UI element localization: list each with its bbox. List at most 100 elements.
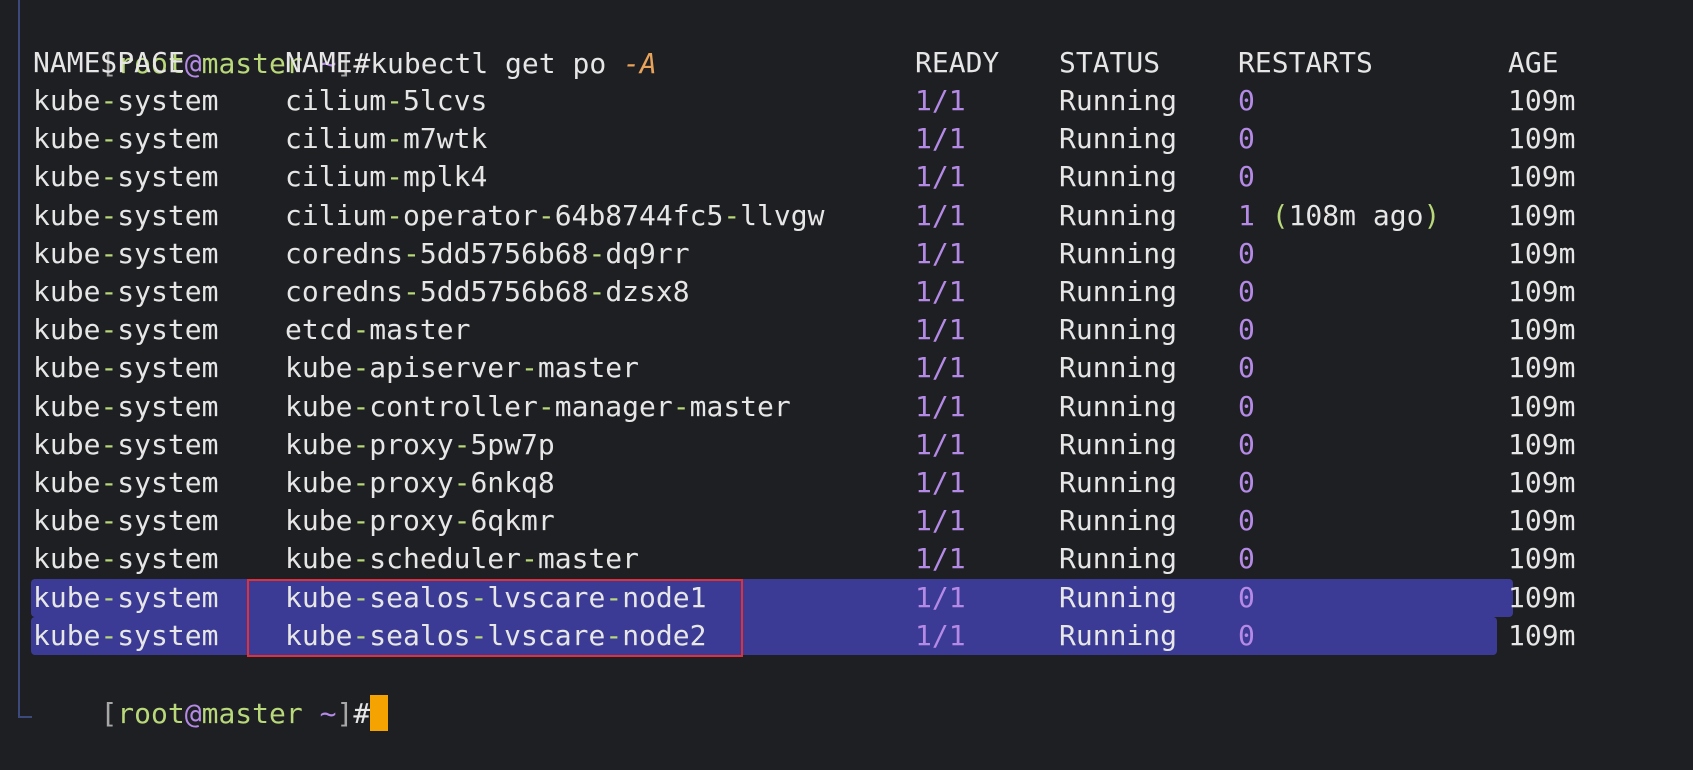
cell-age: 109m xyxy=(1508,351,1576,385)
cell-status: Running xyxy=(1059,504,1178,538)
cell-namespace: kube-system xyxy=(33,616,218,656)
cell-age: 109m xyxy=(1508,275,1576,308)
cell-age: 109m xyxy=(1508,466,1576,499)
cell-namespace: kube-system xyxy=(33,81,218,121)
text-segment: system xyxy=(117,618,219,652)
text-segment: kube xyxy=(33,580,101,614)
cell-pod-name: kube-proxy-6nkq8 xyxy=(285,463,555,503)
text-segment: master xyxy=(537,351,640,385)
text-segment: system xyxy=(117,427,219,461)
cell-ready: 1/1 xyxy=(915,427,966,461)
text-segment: kube xyxy=(33,389,101,423)
dash-separator: - xyxy=(537,389,555,423)
text-segment: master xyxy=(537,542,640,576)
dash-separator: - xyxy=(100,313,118,347)
cell-pod-name: kube-proxy-6qkmr xyxy=(285,501,555,541)
cell-namespace: kube-system xyxy=(33,501,218,541)
header-status: STATUS xyxy=(1059,46,1161,79)
cell-age: 109m xyxy=(1508,236,1576,270)
cell-restarts: 0 xyxy=(1238,119,1255,159)
text-segment: kube xyxy=(285,542,353,576)
restarts-count: 0 xyxy=(1238,122,1255,156)
cell-ready: 1/1 xyxy=(915,160,966,194)
prompt-line[interactable]: [root@master ~]# xyxy=(33,654,389,731)
command-line: [root@master ~]#kubectl get po -A xyxy=(33,4,656,80)
dash-separator: - xyxy=(100,466,118,499)
cell-age: 109m xyxy=(1508,389,1576,423)
text-segment: kube xyxy=(33,427,101,461)
text-segment: 64b8744fc5 xyxy=(554,198,724,232)
cell-restarts: 1 (108m ago) xyxy=(1238,196,1440,236)
text-segment: kube xyxy=(33,160,101,194)
dash-separator: - xyxy=(352,389,370,423)
prompt-gutter-line xyxy=(18,0,20,718)
text-segment: master xyxy=(369,313,471,347)
text-segment: 5pw7p xyxy=(470,427,555,461)
cell-pod-name: cilium-m7wtk xyxy=(285,119,487,159)
cell-status: Running xyxy=(1059,122,1178,156)
text-segment: kube xyxy=(33,84,101,117)
dash-separator: - xyxy=(352,542,370,576)
dash-separator: - xyxy=(100,580,118,614)
prompt-gutter-foot xyxy=(18,716,32,718)
cell-status: Running xyxy=(1059,351,1178,385)
dash-separator: - xyxy=(100,504,118,538)
text-segment: 5lcvs xyxy=(403,84,488,117)
terminal-window[interactable]: [root@master ~]#kubectl get po -A NAMESP… xyxy=(0,0,1693,770)
restarts-count: 0 xyxy=(1238,160,1255,194)
header-namespace: NAMESPACE xyxy=(33,46,185,79)
text-segment: system xyxy=(117,580,219,614)
cell-restarts: 0 xyxy=(1238,348,1255,388)
dash-separator: - xyxy=(453,504,471,538)
dash-separator: - xyxy=(100,351,118,385)
dash-separator: - xyxy=(403,236,420,270)
dash-separator: - xyxy=(100,236,118,270)
restarts-count: 0 xyxy=(1238,504,1255,538)
cell-pod-name: etcd-master xyxy=(285,310,470,350)
text-segment: kube xyxy=(285,504,353,538)
restarts-count: 0 xyxy=(1238,466,1255,499)
table-header: NAMESPACE NAME READY STATUS RESTARTS AGE xyxy=(33,43,1559,83)
dash-separator: - xyxy=(588,236,606,270)
restarts-count: 0 xyxy=(1238,275,1255,308)
cell-age: 109m xyxy=(1508,427,1576,461)
restarts-count: 0 xyxy=(1238,427,1255,461)
dash-separator: - xyxy=(386,84,404,117)
cell-namespace: kube-system xyxy=(33,387,218,427)
text-segment: kube xyxy=(33,542,101,576)
text-segment: kube xyxy=(33,198,101,232)
text-segment: system xyxy=(117,504,219,538)
text-segment: manager xyxy=(554,389,673,423)
cell-ready: 1/1 xyxy=(915,275,966,308)
cell-pod-name: kube-scheduler-master xyxy=(285,539,639,579)
text-segment: system xyxy=(117,160,219,194)
dash-separator: - xyxy=(386,198,404,232)
cell-status: Running xyxy=(1059,236,1178,270)
dash-separator: - xyxy=(723,198,741,232)
cell-ready: 1/1 xyxy=(915,504,966,538)
cell-status: Running xyxy=(1059,427,1178,461)
cell-namespace: kube-system xyxy=(33,539,218,579)
text-segment: 5dd5756b68 xyxy=(419,236,589,270)
cell-pod-name: coredns-5dd5756b68-dzsx8 xyxy=(285,272,690,312)
cell-namespace: kube-system xyxy=(33,578,218,618)
cell-restarts: 0 xyxy=(1238,578,1255,618)
text-segment: kube xyxy=(285,389,353,423)
cell-pod-name: coredns-5dd5756b68-dq9rr xyxy=(285,234,690,274)
text-segment: m7wtk xyxy=(403,122,488,156)
text-segment: 6nkq8 xyxy=(470,466,555,499)
dash-separator: - xyxy=(672,389,690,423)
cell-namespace: kube-system xyxy=(33,310,218,350)
cell-age: 109m xyxy=(1508,504,1576,538)
text-cursor xyxy=(370,695,389,731)
text-segment: kube xyxy=(33,618,101,652)
cell-age: 109m xyxy=(1508,160,1576,194)
prompt-user: root xyxy=(117,697,185,730)
prompt-at: @ xyxy=(184,47,202,80)
cell-pod-name: cilium-operator-64b8744fc5-llvgw xyxy=(285,196,824,236)
text-segment: kube xyxy=(33,466,101,499)
cell-restarts: 0 xyxy=(1238,463,1255,503)
dash-separator: - xyxy=(403,275,420,308)
text-segment: 5dd5756b68 xyxy=(419,275,589,308)
text-segment: kube xyxy=(33,275,101,308)
